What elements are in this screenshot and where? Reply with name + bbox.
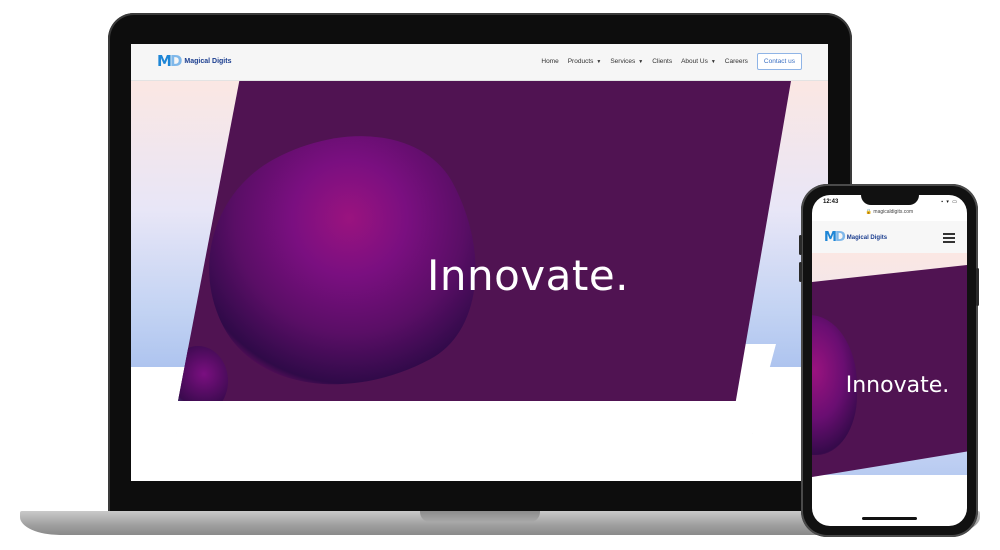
- hero-panel-wrap: Innovate.: [131, 81, 828, 401]
- url-bar[interactable]: 🔒 magicaldigits.com: [812, 209, 967, 215]
- contact-us-button[interactable]: Contact us: [756, 53, 802, 70]
- nav-item-careers[interactable]: Careers: [725, 58, 748, 65]
- desktop-navbar: MD Magical Digits Home Products ▼ Service…: [131, 44, 828, 81]
- hamburger-menu-icon[interactable]: [943, 233, 955, 245]
- caret-down-icon: ▼: [710, 58, 716, 65]
- hero-panel: Innovate.: [178, 81, 791, 401]
- phone-side-button: [976, 268, 979, 306]
- laptop-screen: MD Magical Digits Home Products ▼ Service…: [131, 44, 828, 481]
- mobile-hero-heading: Innovate.: [845, 373, 950, 398]
- phone-volume-button: [799, 262, 802, 282]
- logo-mark-icon: MD: [157, 52, 182, 70]
- nav-item-home[interactable]: Home: [541, 58, 558, 65]
- nav-item-services[interactable]: Services ▼: [610, 58, 643, 65]
- desktop-menu: Home Products ▼ Services ▼ Clients About U…: [541, 53, 802, 70]
- home-indicator[interactable]: [862, 517, 917, 520]
- logo-text: Magical Digits: [846, 234, 888, 241]
- desktop-logo[interactable]: MD Magical Digits: [157, 54, 231, 69]
- phone-volume-button: [799, 235, 802, 255]
- hero-blob: [178, 90, 521, 401]
- status-time: 12:43: [823, 199, 839, 205]
- mobile-logo[interactable]: MD Magical Digits: [824, 231, 887, 244]
- caret-down-icon: ▼: [638, 58, 644, 65]
- hero-heading: Innovate.: [426, 251, 630, 300]
- logo-text: Magical Digits: [184, 58, 232, 65]
- hero-blob-small: [178, 346, 228, 401]
- status-icons: ▪ ▾ ▭: [941, 199, 958, 205]
- laptop-notch: [420, 511, 540, 522]
- nav-item-products[interactable]: Products ▼: [568, 58, 602, 65]
- phone-notch: [861, 193, 919, 205]
- caret-down-icon: ▼: [596, 58, 602, 65]
- nav-item-about-us[interactable]: About Us ▼: [681, 58, 716, 65]
- mobile-hero-panel: Innovate.: [812, 265, 967, 477]
- phone-screen: 12:43 ▪ ▾ ▭ 🔒 magicaldigits.com MD Magic…: [812, 195, 967, 526]
- nav-item-clients[interactable]: Clients: [652, 58, 672, 65]
- logo-mark-icon: MD: [824, 230, 846, 245]
- mobile-navbar: MD Magical Digits: [812, 221, 967, 254]
